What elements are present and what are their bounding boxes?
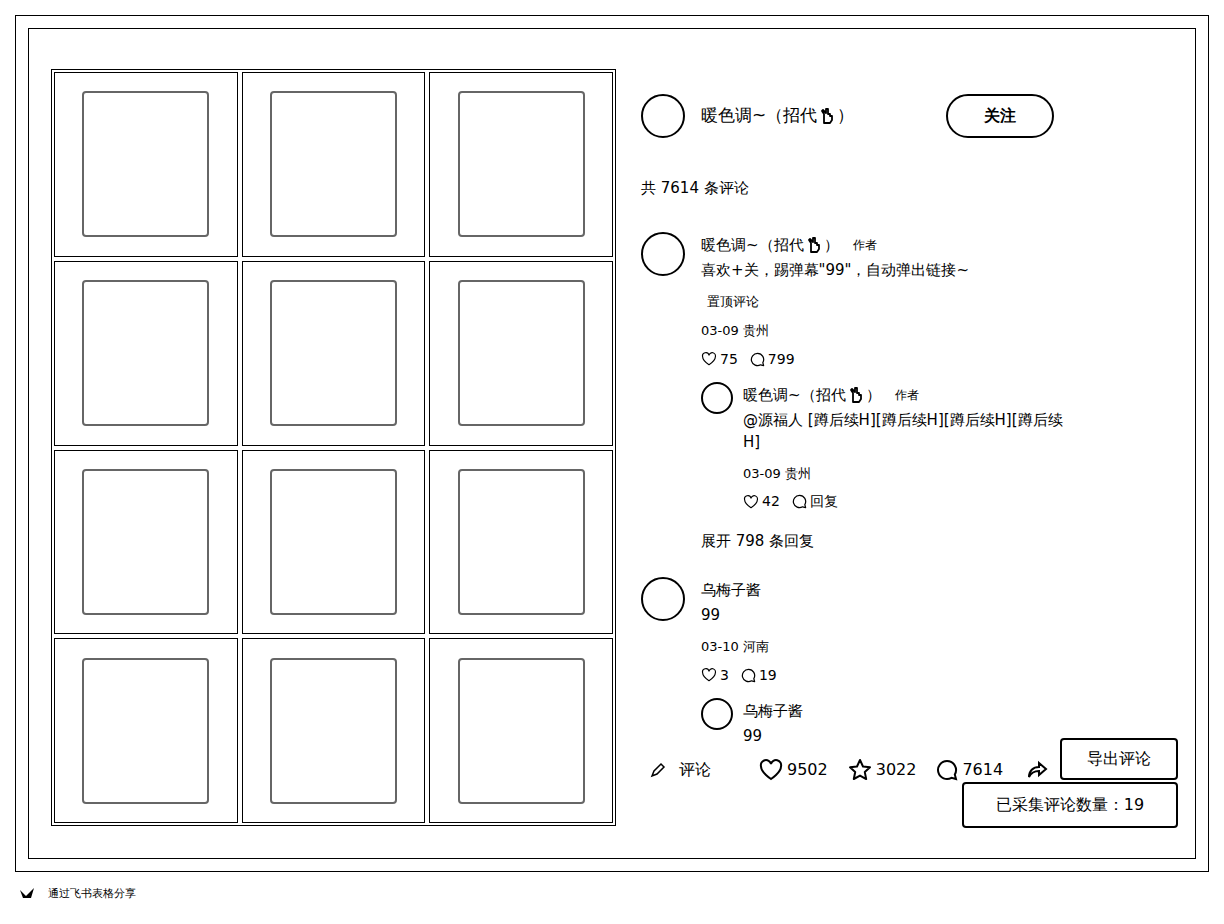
author-tag: 作者 [895, 386, 919, 404]
comment-author[interactable]: 乌梅子酱 [701, 577, 803, 602]
share-button[interactable] [1027, 759, 1049, 781]
comment-date: 03-09 贵州 [701, 321, 1063, 341]
reply-button[interactable]: 799 [750, 349, 795, 370]
like-count: 75 [720, 349, 738, 370]
comment-author[interactable]: 暖色调~（招代 ） 作者 [701, 232, 1063, 257]
post-image[interactable] [51, 69, 616, 826]
expand-replies-button[interactable]: 展开 798 条回复 [701, 530, 1063, 553]
comment-input[interactable]: 评论 [641, 758, 751, 782]
comment-text: 99 [743, 726, 803, 744]
comment-date: 03-09 贵州 [743, 464, 1063, 484]
reply: 暖色调~（招代 ） 作者 @源福人 [蹲后续H][蹲后续H][蹲后续H][蹲后续H] 0… [701, 382, 1063, 513]
pen-icon [649, 761, 667, 779]
author-name[interactable]: 乌梅子酱 [701, 579, 761, 602]
comment: 暖色调~（招代）作者喜欢+关，踢弹幕"99"，自动弹出链接~置顶评论03-09 … [641, 232, 1181, 563]
author-tag: 作者 [853, 236, 877, 254]
avatar[interactable] [641, 232, 685, 276]
star-button[interactable]: 3022 [848, 758, 917, 782]
author-name[interactable]: 暖色调~（招代 [701, 234, 804, 257]
comment-author[interactable]: 暖色调~（招代 ） 作者 [743, 382, 1063, 407]
comment: 乌梅子酱 99 03-10 河南 3 19 乌梅子酱 99 [641, 577, 1181, 744]
reply-button[interactable]: 19 [741, 665, 777, 686]
author-name-end[interactable]: ） [824, 234, 839, 257]
comment-text: 99 [701, 605, 803, 627]
hand-icon [847, 386, 865, 404]
comment-text: 喜欢+关，踢弹幕"99"，自动弹出链接~ [701, 260, 1021, 282]
comment-author[interactable]: 乌梅子酱 [743, 698, 803, 723]
comment-date: 03-10 河南 [701, 637, 803, 657]
feishu-icon [18, 886, 36, 902]
author-name-end[interactable]: ） [866, 384, 881, 407]
export-comments-button[interactable]: 导出评论 [1060, 738, 1178, 780]
reply-label[interactable]: 回复 [810, 491, 838, 512]
like-button[interactable]: 9502 [759, 758, 828, 782]
like-button[interactable]: 75 [701, 349, 738, 370]
reply-count: 799 [768, 349, 795, 370]
avatar[interactable] [701, 698, 733, 730]
like-button[interactable]: 42 [743, 491, 780, 512]
hand-icon [805, 236, 823, 254]
comment-icon [936, 759, 958, 781]
author-name[interactable]: 暖色调~（招代） [701, 103, 931, 129]
avatar[interactable] [701, 382, 733, 414]
comment-icon [741, 668, 756, 683]
heart-icon [743, 495, 759, 509]
collected-count-badge: 已采集评论数量：19 [962, 782, 1178, 828]
heart-icon [701, 668, 717, 682]
comment-icon [792, 494, 807, 509]
share-icon [1027, 759, 1049, 781]
comment-count: 共 7614 条评论 [641, 177, 1181, 200]
comment-icon [750, 352, 765, 367]
follow-button[interactable]: 关注 [946, 94, 1054, 138]
reply: 乌梅子酱 99 [701, 698, 803, 744]
author-name[interactable]: 乌梅子酱 [743, 700, 803, 723]
hand-icon [818, 107, 836, 125]
avatar[interactable] [641, 94, 685, 138]
heart-icon [701, 352, 717, 366]
star-icon [848, 758, 872, 782]
author-name[interactable]: 暖色调~（招代 [743, 384, 846, 407]
heart-icon [759, 759, 783, 781]
comment-list[interactable]: 暖色调~（招代）作者喜欢+关，踢弹幕"99"，自动弹出链接~置顶评论03-09 … [641, 218, 1181, 744]
pinned-badge: 置顶评论 [707, 292, 759, 312]
reply-count: 19 [759, 665, 777, 686]
avatar[interactable] [641, 577, 685, 621]
like-count: 3 [720, 665, 729, 686]
like-count: 42 [762, 491, 780, 512]
like-button[interactable]: 3 [701, 665, 729, 686]
comment-button[interactable]: 7614 [936, 758, 1003, 782]
reply-button[interactable]: 回复 [792, 491, 838, 512]
footer-text: 通过飞书表格分享 [48, 886, 136, 903]
comment-text: @源福人 [蹲后续H][蹲后续H][蹲后续H][蹲后续H] [743, 410, 1063, 454]
